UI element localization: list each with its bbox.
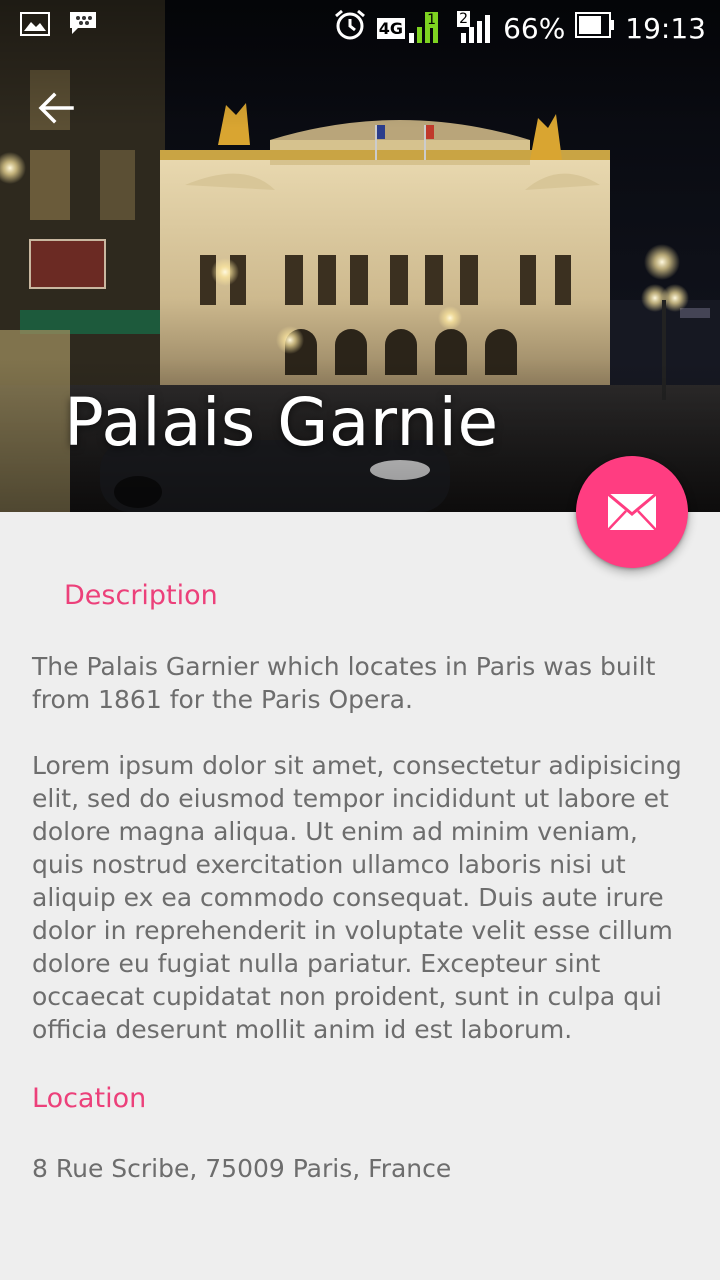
description-heading: Description bbox=[64, 580, 218, 611]
battery-percent: 66% bbox=[503, 12, 566, 45]
page-title: Palais Garnie bbox=[64, 384, 499, 461]
network-label: 4G bbox=[376, 18, 406, 39]
location-heading: Location bbox=[32, 1083, 147, 1114]
status-bar: 4G 1 2 66% 19:13 bbox=[0, 0, 720, 52]
envelope-icon bbox=[607, 492, 657, 531]
sim2-label: 2 bbox=[457, 10, 470, 27]
bbm-notification-icon bbox=[68, 10, 98, 43]
description-paragraph-2: Lorem ipsum dolor sit amet, consectetur … bbox=[32, 751, 682, 1044]
header-image: 4G 1 2 66% 19:13 Palais Garnie bbox=[0, 0, 720, 512]
image-notification-icon bbox=[20, 10, 50, 43]
alarm-icon bbox=[333, 8, 367, 49]
location-address: 8 Rue Scribe, 75009 Paris, France bbox=[32, 1154, 452, 1183]
content: Description The Palais Garnier which loc… bbox=[0, 512, 720, 1280]
network-4g-icon: 4G 1 bbox=[376, 12, 449, 45]
signal-sim2-icon: 2 bbox=[457, 10, 493, 45]
sim1-label: 1 bbox=[425, 12, 438, 28]
arrow-left-icon bbox=[38, 92, 74, 124]
send-email-button[interactable] bbox=[576, 456, 688, 568]
back-button[interactable] bbox=[32, 84, 80, 132]
battery-icon bbox=[575, 12, 615, 45]
description-paragraph-1: The Palais Garnier which locates in Pari… bbox=[32, 652, 656, 714]
clock: 19:13 bbox=[625, 12, 706, 45]
